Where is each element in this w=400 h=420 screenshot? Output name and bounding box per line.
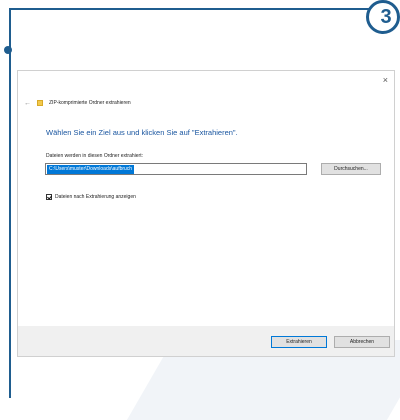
step-number-badge: 3 [366, 0, 400, 34]
back-arrow-icon[interactable]: ← [24, 100, 31, 107]
dialog-title: ZIP-komprimierte Ordner extrahieren [49, 100, 131, 106]
show-files-label: Dateien nach Extrahierung anzeigen [55, 194, 136, 200]
cancel-button[interactable]: Abbrechen [334, 336, 390, 348]
dialog-titlebar: ← ZIP-komprimierte Ordner extrahieren [24, 97, 131, 109]
close-icon[interactable]: × [383, 75, 388, 85]
dialog-heading: Wählen Sie ein Ziel aus und klicken Sie … [46, 128, 238, 137]
extract-zip-dialog: × ← ZIP-komprimierte Ordner extrahieren … [17, 70, 395, 357]
frame-line-left [9, 8, 11, 398]
dialog-footer: Extrahieren Abbrechen [18, 326, 394, 356]
destination-path-input[interactable]: C:\Users\muster\Downloads\aufbruch [45, 163, 307, 175]
destination-path-value: C:\Users\muster\Downloads\aufbruch [47, 164, 135, 174]
zip-folder-icon [37, 100, 43, 106]
show-files-option[interactable]: Dateien nach Extrahierung anzeigen [46, 194, 136, 200]
destination-label: Dateien werden in diesen Ordner extrahie… [46, 153, 143, 159]
show-files-checkbox[interactable] [46, 194, 52, 200]
extract-button[interactable]: Extrahieren [271, 336, 327, 348]
frame-dot [4, 46, 12, 54]
frame-line-top [9, 8, 381, 10]
browse-button[interactable]: Durchsuchen... [321, 163, 381, 175]
